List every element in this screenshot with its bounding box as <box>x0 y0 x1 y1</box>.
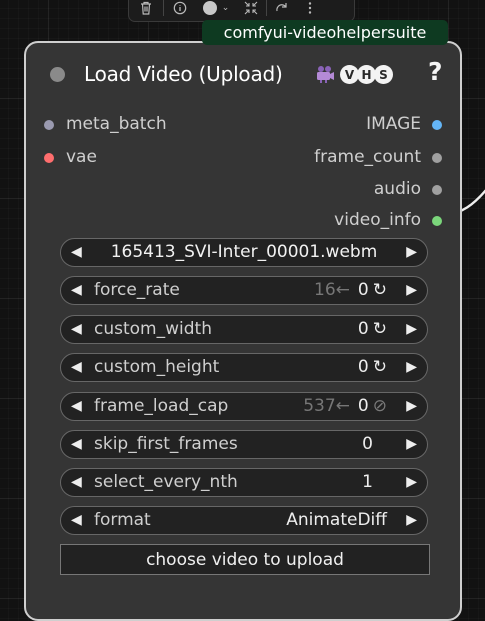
widget-name: format <box>94 510 151 530</box>
increment-arrow-icon[interactable]: ▶ <box>406 359 417 375</box>
increment-arrow-icon[interactable]: ▶ <box>406 474 417 490</box>
widget-ghost-value: 16← <box>314 280 350 300</box>
widget-value: 0 <box>357 319 369 339</box>
widget-name: custom_width <box>94 319 212 339</box>
widget-value: 0 <box>362 434 373 454</box>
bypass-icon[interactable] <box>267 0 297 20</box>
slot-dot[interactable] <box>432 153 442 163</box>
increment-arrow-icon[interactable]: ▶ <box>406 282 417 298</box>
reset-icon[interactable]: ↻ <box>373 280 387 300</box>
force-rate-widget[interactable]: ◀ force_rate 16← 0 ↻ ▶ <box>60 276 428 305</box>
title-badges: V H S <box>315 65 393 84</box>
slot-dot[interactable] <box>44 153 54 163</box>
widget-value: 1 <box>362 472 373 492</box>
widget-name: custom_height <box>94 357 220 377</box>
node-title-bar[interactable]: Load Video (Upload) V H S ? <box>26 43 460 103</box>
widget-value: 0 <box>357 280 369 300</box>
decrement-arrow-icon[interactable]: ◀ <box>71 398 82 414</box>
widget-ghost-value: 537← <box>303 396 350 416</box>
decrement-arrow-icon[interactable]: ◀ <box>71 321 82 337</box>
widget-value-group: 537← 0 ⊘ <box>303 396 387 416</box>
video-camera-icon <box>315 65 335 84</box>
widget-name: select_every_nth <box>94 472 238 492</box>
slot-dot[interactable] <box>44 120 54 130</box>
node-toolbar: ⌄ <box>128 0 355 22</box>
collapse-toggle[interactable] <box>50 67 65 82</box>
choose-video-upload-button[interactable]: choose video to upload <box>60 544 430 575</box>
slot-dot[interactable] <box>432 216 442 226</box>
widget-value: AnimateDiff <box>286 510 387 530</box>
info-icon[interactable] <box>164 0 196 20</box>
increment-arrow-icon[interactable]: ▶ <box>406 244 417 260</box>
widget-value-group: 0 ↻ <box>358 319 387 339</box>
widget-name: force_rate <box>94 280 180 300</box>
format-combo-widget[interactable]: ◀ format AnimateDiff ▶ <box>60 506 428 535</box>
select-every-nth-widget[interactable]: ◀ select_every_nth 1 ▶ <box>60 468 428 497</box>
increment-arrow-icon[interactable]: ▶ <box>406 436 417 452</box>
video-combo-widget[interactable]: ◀ 165413_SVI-Inter_00001.webm ▶ <box>60 238 428 267</box>
shrink-icon[interactable] <box>236 0 266 20</box>
delete-icon[interactable] <box>129 0 163 20</box>
increment-arrow-icon[interactable]: ▶ <box>406 398 417 414</box>
widget-name: skip_first_frames <box>94 434 238 454</box>
more-icon[interactable] <box>297 0 323 20</box>
reset-icon[interactable]: ↻ <box>373 319 387 339</box>
help-button[interactable]: ? <box>428 57 443 86</box>
decrement-arrow-icon[interactable]: ◀ <box>71 512 82 528</box>
node-source-tag: comfyui-videohelpersuite <box>202 20 448 45</box>
disabled-icon[interactable]: ⊘ <box>373 396 387 416</box>
load-video-node[interactable]: Load Video (Upload) V H S ? meta_batch v… <box>24 41 462 621</box>
video-file-value: 165413_SVI-Inter_00001.webm <box>110 242 378 262</box>
slot-dot[interactable] <box>432 185 442 195</box>
skip-first-frames-widget[interactable]: ◀ skip_first_frames 0 ▶ <box>60 430 428 459</box>
custom-height-widget[interactable]: ◀ custom_height 0 ↻ ▶ <box>60 353 428 382</box>
frame-load-cap-widget[interactable]: ◀ frame_load_cap 537← 0 ⊘ ▶ <box>60 392 428 421</box>
widget-value-group: 0 ↻ <box>358 357 387 377</box>
slot-label: vae <box>66 147 97 167</box>
color-icon[interactable]: ⌄ <box>196 0 236 20</box>
slot-label: IMAGE <box>366 114 421 134</box>
increment-arrow-icon[interactable]: ▶ <box>406 321 417 337</box>
widget-value-group: 16← 0 ↻ <box>314 280 387 300</box>
slot-label: meta_batch <box>66 114 167 134</box>
badge-s: S <box>374 65 393 84</box>
decrement-arrow-icon[interactable]: ◀ <box>71 359 82 375</box>
slot-label: audio <box>373 179 421 199</box>
widget-value: 0 <box>357 357 369 377</box>
reset-icon[interactable]: ↻ <box>373 357 387 377</box>
decrement-arrow-icon[interactable]: ◀ <box>71 282 82 298</box>
widget-name: frame_load_cap <box>94 396 229 416</box>
slot-label: frame_count <box>314 147 421 167</box>
custom-width-widget[interactable]: ◀ custom_width 0 ↻ ▶ <box>60 315 428 344</box>
slot-label: video_info <box>334 210 421 230</box>
decrement-arrow-icon[interactable]: ◀ <box>71 436 82 452</box>
decrement-arrow-icon[interactable]: ◀ <box>71 474 82 490</box>
node-title: Load Video (Upload) <box>84 62 283 86</box>
increment-arrow-icon[interactable]: ▶ <box>406 512 417 528</box>
slot-dot[interactable] <box>432 120 442 130</box>
widget-value: 0 <box>357 396 369 416</box>
